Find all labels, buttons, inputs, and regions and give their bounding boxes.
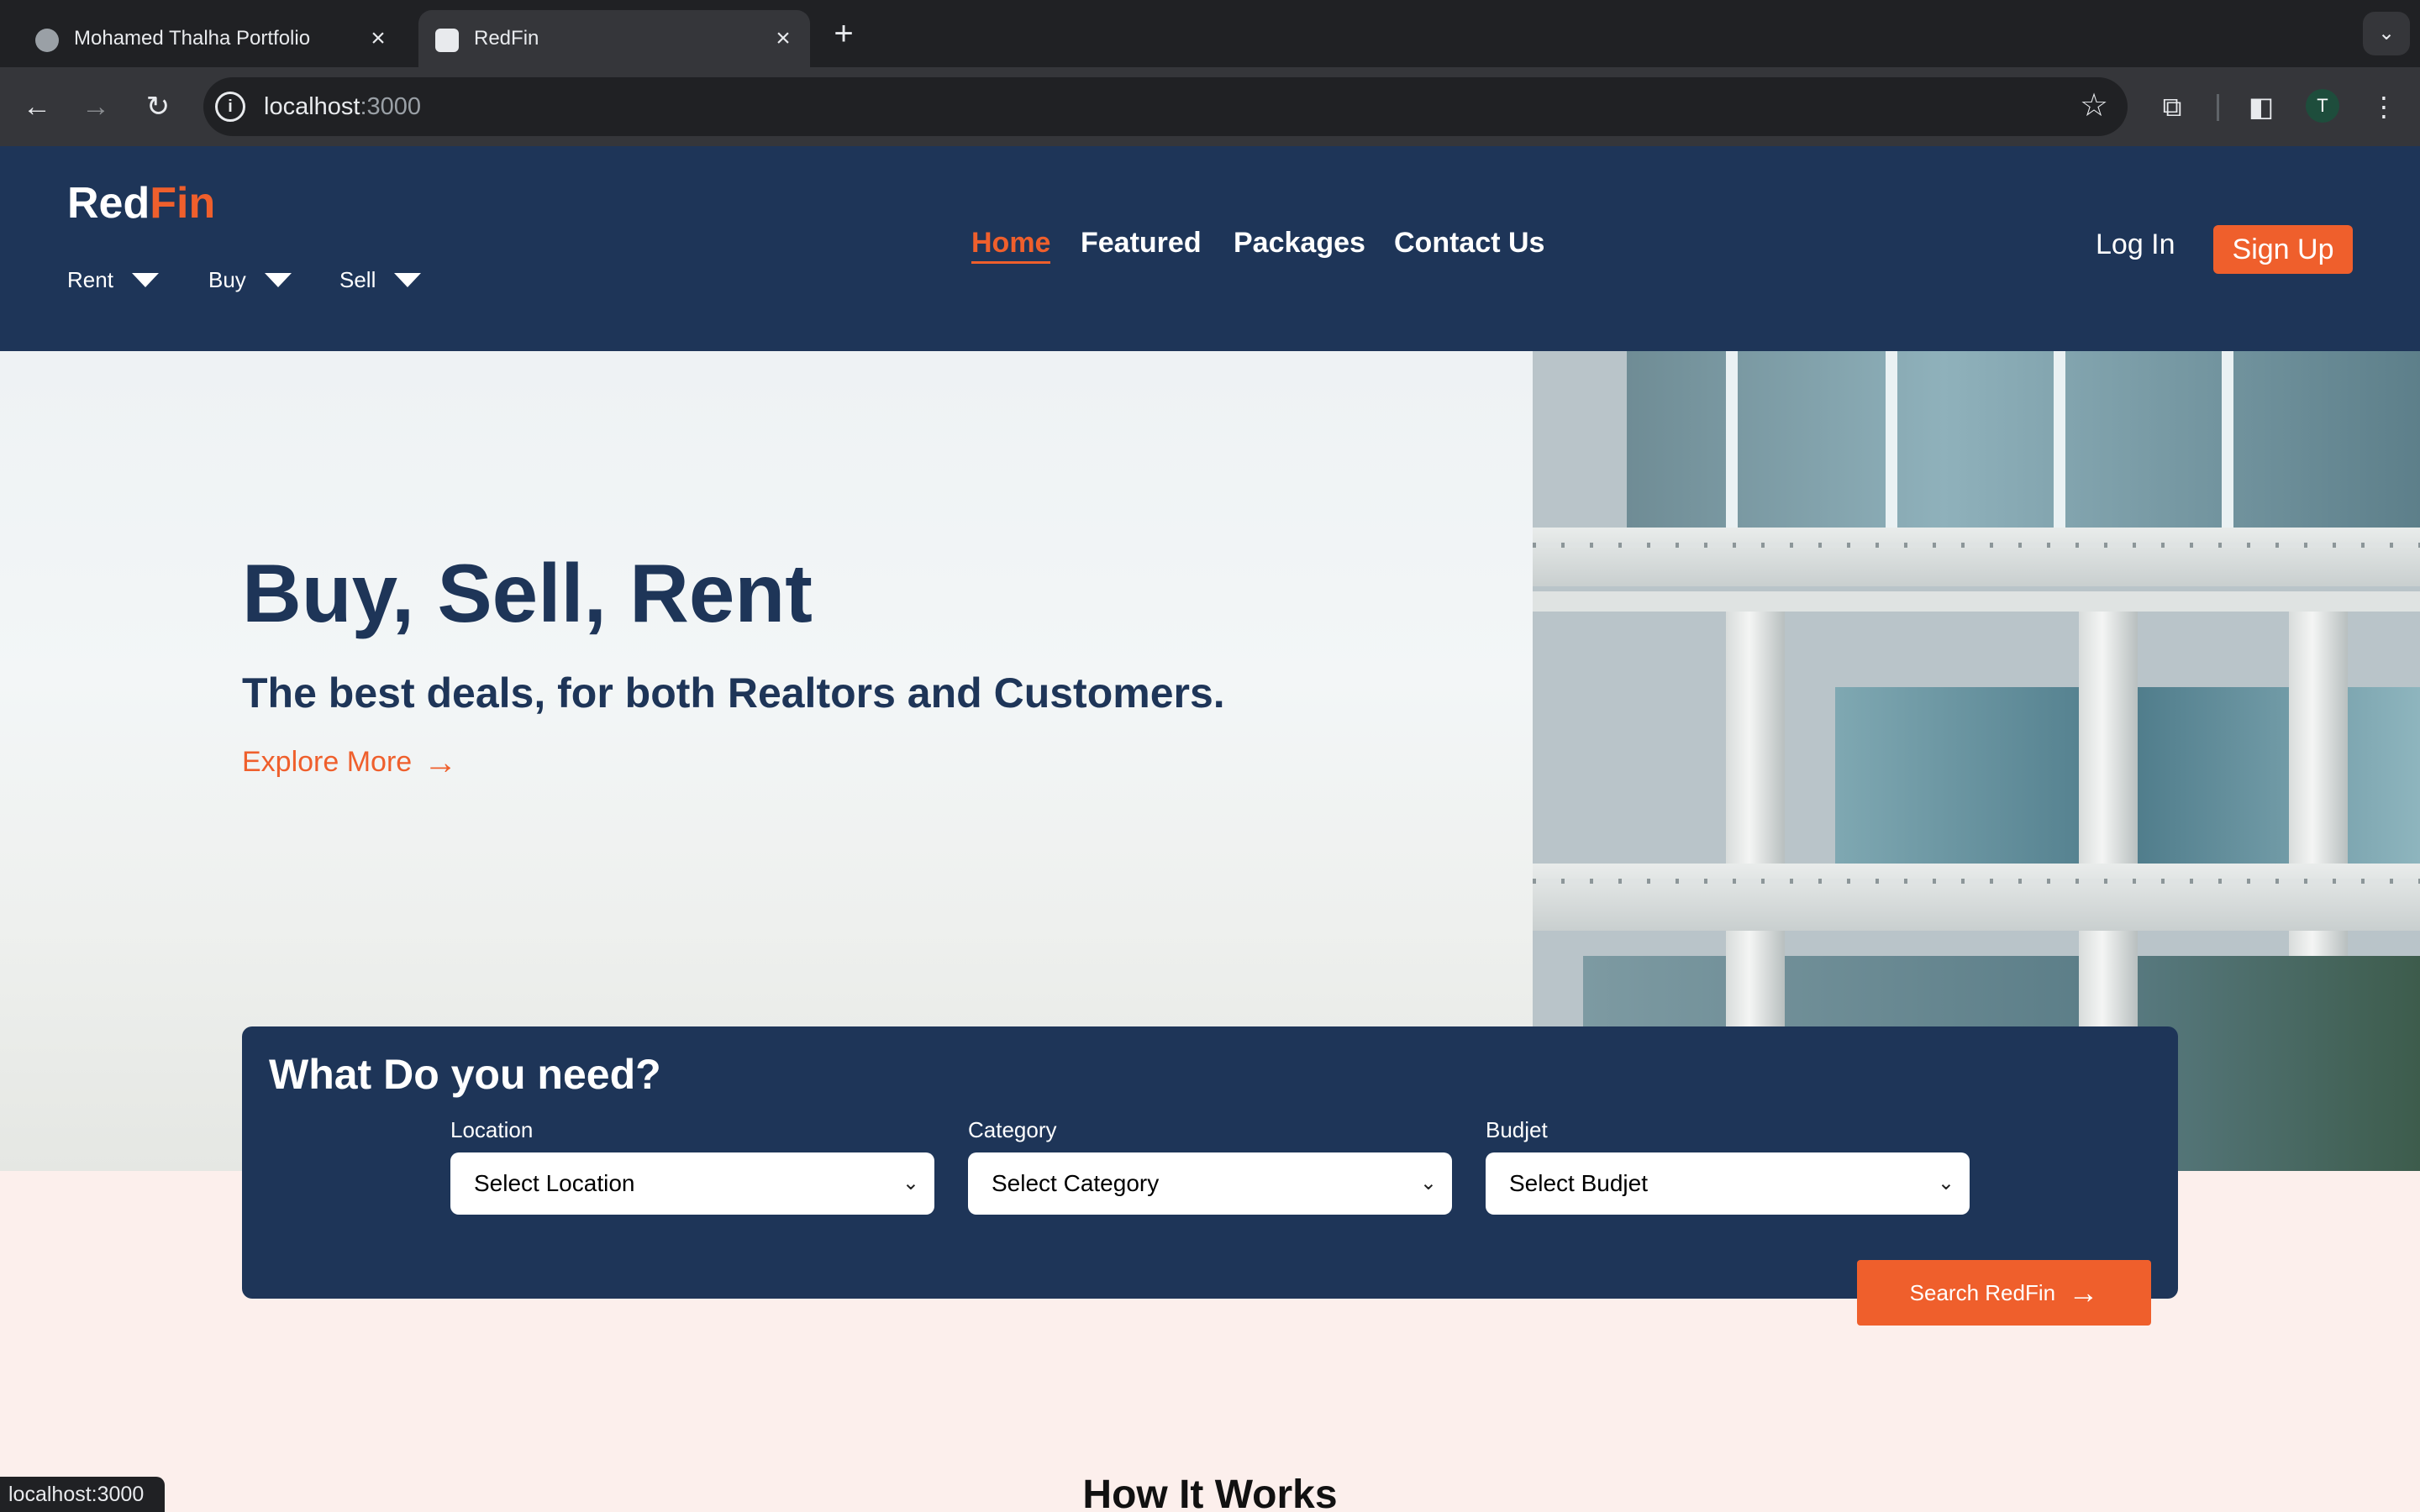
hero-title: Buy, Sell, Rent: [242, 547, 813, 639]
new-tab-button[interactable]: +: [827, 17, 860, 50]
browser-toolbar: ← → ↻ i localhost:3000 ☆ ⧉ ◧ ⋮: [0, 67, 2420, 146]
location-select[interactable]: Select Location ⌄: [450, 1152, 934, 1215]
signup-button[interactable]: Sign Up: [2213, 225, 2353, 274]
back-arrow-icon[interactable]: ←: [17, 87, 57, 127]
profile-avatar[interactable]: T: [2306, 89, 2339, 123]
buy-dropdown[interactable]: Buy: [208, 267, 292, 293]
nav-contact-us[interactable]: Contact Us: [1394, 227, 1544, 260]
address-bar[interactable]: i localhost:3000 ☆: [203, 77, 2128, 136]
login-link[interactable]: Log In: [2096, 228, 2175, 261]
caret-down-icon: [264, 273, 292, 287]
how-it-works-heading: How It Works: [1082, 1473, 1338, 1512]
forward-arrow-icon[interactable]: →: [76, 87, 116, 127]
more-menu-icon[interactable]: ⋮: [2365, 87, 2403, 126]
reload-icon[interactable]: ↻: [138, 87, 178, 127]
caret-down-icon: [394, 273, 422, 287]
browser-tab-redfin[interactable]: RedFin ×: [418, 10, 810, 67]
category-label: Category: [968, 1117, 1057, 1142]
extensions-puzzle-icon[interactable]: ⧉: [2153, 87, 2191, 126]
nav-packages[interactable]: Packages: [1234, 227, 1365, 260]
search-panel-heading: What Do you need?: [269, 1051, 661, 1098]
explore-more-link[interactable]: Explore More →: [242, 743, 458, 781]
close-tab-icon[interactable]: ×: [363, 24, 393, 54]
chevron-down-icon: ⌄: [902, 1172, 919, 1194]
search-panel: What Do you need? Location Select Locati…: [242, 1026, 2178, 1299]
category-select[interactable]: Select Category ⌄: [968, 1152, 1452, 1215]
toolbar-divider: [2217, 94, 2219, 121]
nav-featured[interactable]: Featured: [1081, 227, 1202, 260]
site-info-icon[interactable]: i: [215, 92, 245, 122]
search-redfin-button[interactable]: Search RedFin →: [1857, 1260, 2151, 1326]
rent-dropdown[interactable]: Rent: [67, 267, 159, 293]
chevron-down-icon: ⌄: [1937, 1172, 1954, 1194]
hero-subtitle: The best deals, for both Realtors and Cu…: [242, 669, 1225, 717]
house-favicon-icon: [435, 29, 459, 52]
tab-search-chevron-icon[interactable]: ⌄: [2363, 12, 2410, 55]
chevron-down-icon: ⌄: [1419, 1172, 1437, 1194]
tab-title: RedFin: [474, 27, 539, 50]
nav-home[interactable]: Home: [971, 227, 1051, 264]
status-bar-url: localhost:3000: [0, 1477, 165, 1512]
budget-label: Budjet: [1486, 1117, 1548, 1142]
budget-select[interactable]: Select Budjet ⌄: [1486, 1152, 1970, 1215]
address-url[interactable]: localhost:3000: [264, 77, 421, 136]
location-label: Location: [450, 1117, 534, 1142]
browser-tab-portfolio[interactable]: Mohamed Thalha Portfolio ×: [18, 10, 405, 67]
bookmark-star-icon[interactable]: ☆: [2077, 89, 2111, 123]
arrow-right-icon: →: [2068, 1275, 2099, 1310]
tab-title: Mohamed Thalha Portfolio: [74, 27, 311, 50]
arrow-right-icon: →: [424, 743, 458, 781]
close-tab-icon[interactable]: ×: [768, 24, 798, 54]
caret-down-icon: [131, 273, 159, 287]
side-panel-icon[interactable]: ◧: [2242, 87, 2281, 126]
sell-dropdown[interactable]: Sell: [339, 267, 422, 293]
site-header: RedFin Rent Buy Sell Home Featured Packa…: [0, 146, 2420, 351]
browser-tab-strip: Mohamed Thalha Portfolio × RedFin × + ⌄: [0, 0, 2420, 67]
globe-icon: [35, 29, 59, 52]
site-logo[interactable]: RedFin: [67, 178, 215, 228]
